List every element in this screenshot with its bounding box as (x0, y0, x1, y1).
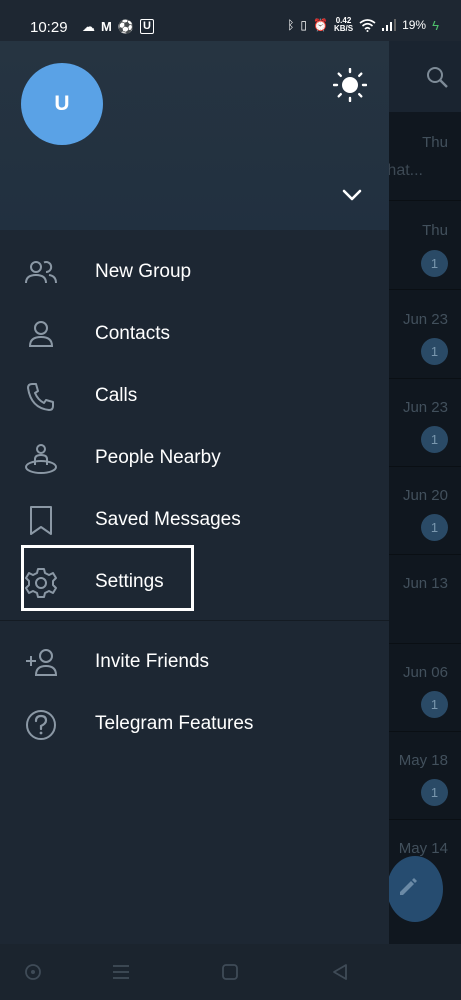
notification-icons: ☁ M ⚽ U (82, 19, 154, 35)
back-icon[interactable] (328, 962, 352, 982)
alarm-icon: ⏰ (313, 18, 328, 32)
chat-snippet: hat... (387, 162, 423, 179)
menu-icon[interactable] (109, 962, 133, 982)
new-group-icon (25, 261, 57, 284)
system-icons: ᛒ ▯ ⏰ 0.42 KB/S 19% ϟ (287, 17, 439, 33)
people-nearby-icon (25, 444, 57, 474)
unread-badge: 1 (421, 514, 448, 541)
unread-badge: 1 (421, 779, 448, 806)
menu-label: Telegram Features (95, 713, 254, 734)
phone-icon (27, 383, 54, 411)
pencil-icon (400, 878, 417, 895)
unread-badge: 1 (421, 691, 448, 718)
menu-item-saved-messages[interactable]: Saved Messages (0, 490, 389, 552)
question-icon (26, 710, 56, 740)
add-person-icon (26, 649, 58, 676)
cloud-icon: ☁ (82, 19, 95, 34)
drawer-header: U (0, 41, 389, 230)
football-icon: ⚽ (117, 19, 135, 34)
chat-date: Jun 20 (402, 487, 448, 504)
menu-item-people-nearby[interactable]: People Nearby (0, 428, 389, 490)
avatar[interactable]: U (21, 63, 103, 145)
status-bar: 10:29 ☁ M ⚽ U ᛒ ▯ ⏰ 0.42 KB/S 19% ϟ (0, 0, 461, 41)
gmail-icon: M (101, 19, 112, 34)
bookmark-icon (30, 506, 52, 535)
menu-label: Calls (95, 385, 138, 406)
battery-charging-icon: ϟ (432, 17, 439, 33)
settings-highlight-box (21, 545, 194, 611)
navigation-drawer: U New Group Contacts Calls People Nearby… (0, 41, 389, 944)
home-icon[interactable] (218, 962, 242, 982)
menu-item-new-group[interactable]: New Group (0, 242, 389, 304)
unread-badge: 1 (421, 250, 448, 277)
chat-date: Jun 23 (402, 311, 448, 328)
status-time: 10:29 (30, 19, 68, 36)
menu-label: Contacts (95, 323, 170, 344)
assistant-icon[interactable] (21, 962, 45, 982)
chat-date: Thu (422, 222, 448, 239)
net-speed-unit: KB/S (333, 24, 354, 33)
sun-icon[interactable] (333, 68, 367, 102)
system-nav-bar (0, 944, 461, 1000)
menu-label: People Nearby (95, 447, 221, 468)
menu-label: Saved Messages (95, 509, 241, 530)
unread-badge: 1 (421, 426, 448, 453)
chat-date: Jun 23 (402, 399, 448, 416)
unread-badge: 1 (421, 338, 448, 365)
bluetooth-icon: ᛒ (287, 18, 295, 32)
wifi-icon (359, 18, 376, 32)
menu-label: New Group (95, 261, 192, 282)
battery-percent: 19% (402, 18, 427, 32)
chat-date: Jun 06 (402, 664, 448, 681)
chat-date: May 14 (398, 840, 448, 857)
chat-date: Jun 13 (402, 575, 448, 592)
menu-item-contacts[interactable]: Contacts (0, 304, 389, 366)
chat-date: Thu (422, 134, 448, 151)
vibrate-icon: ▯ (300, 18, 307, 32)
u-app-icon: U (140, 19, 154, 34)
signal-icon (382, 19, 397, 31)
search-icon[interactable] (425, 65, 449, 89)
chat-date: May 18 (398, 752, 448, 769)
chevron-down-icon[interactable] (340, 183, 364, 207)
net-speed: 0.42 KB/S (334, 17, 353, 33)
menu-label: Invite Friends (95, 651, 210, 672)
menu-item-calls[interactable]: Calls (0, 366, 389, 428)
contact-icon (28, 321, 54, 347)
menu-item-telegram-features[interactable]: Telegram Features (0, 694, 389, 756)
drawer-divider (0, 620, 389, 621)
menu-item-invite-friends[interactable]: Invite Friends (0, 632, 389, 694)
